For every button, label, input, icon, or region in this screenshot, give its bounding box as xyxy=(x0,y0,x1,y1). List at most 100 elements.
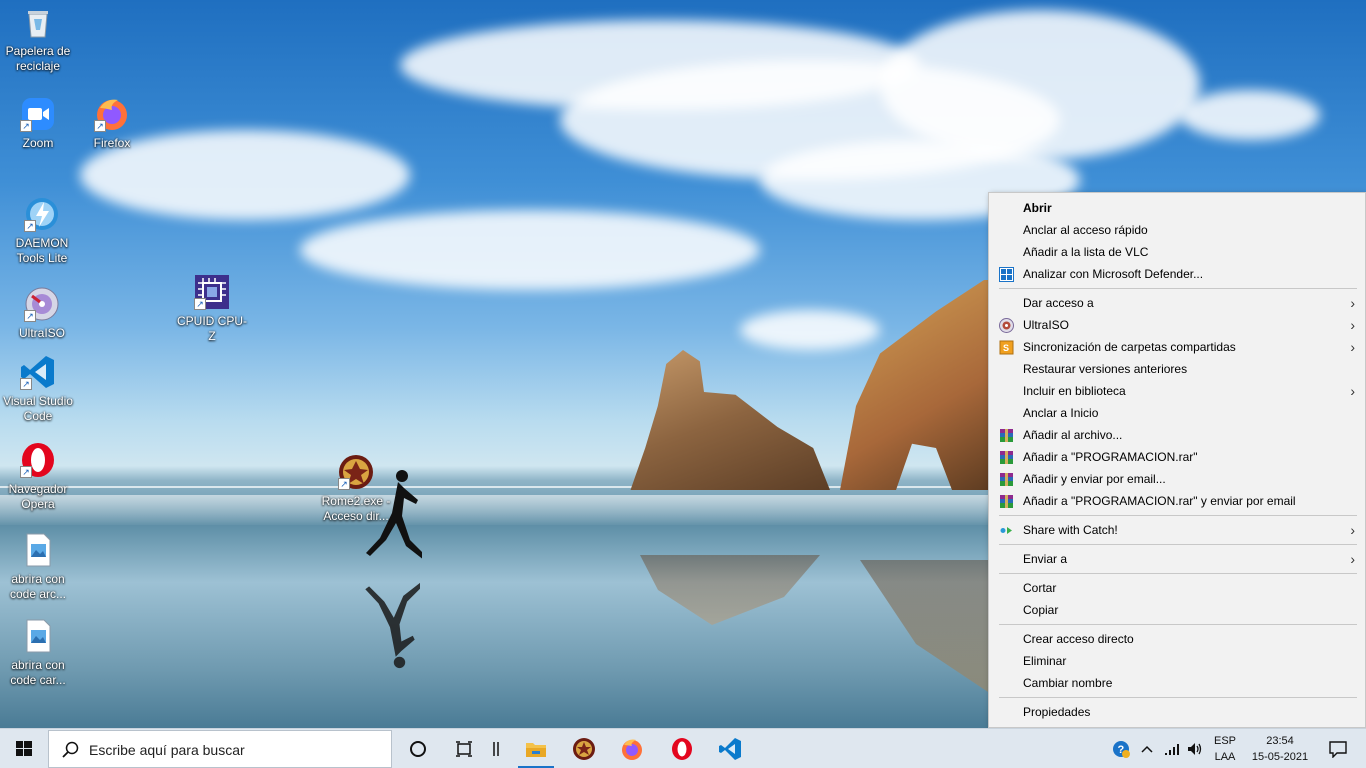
menu-item-ultraiso[interactable]: UltraISO › xyxy=(989,314,1365,336)
desktop-icon-label: Rome2.exe - Acceso dir... xyxy=(321,494,391,523)
menu-item-label: Añadir a "PROGRAMACION.rar" xyxy=(1023,450,1198,464)
wifi-icon xyxy=(1165,744,1179,755)
menu-item-label: Propiedades xyxy=(1023,705,1091,719)
shortcut-arrow-icon: ↗ xyxy=(20,466,32,478)
tray-volume[interactable] xyxy=(1184,729,1206,768)
clock-date: 15-05-2021 xyxy=(1251,751,1309,763)
runner-reflection xyxy=(365,582,420,669)
taskbar-firefox[interactable] xyxy=(610,729,654,768)
task-view-icon xyxy=(456,741,472,757)
menu-item-anadir-rar[interactable]: Añadir a "PROGRAMACION.rar" xyxy=(989,446,1365,468)
desktop-icon-firefox[interactable]: ↗ Firefox xyxy=(74,96,150,151)
shortcut-arrow-icon: ↗ xyxy=(194,298,206,310)
menu-item-enviar-a[interactable]: Enviar a › xyxy=(989,548,1365,570)
desktop-icon-cpu-z[interactable]: ↗ CPUID CPU-Z xyxy=(174,274,250,344)
menu-item-label: Share with Catch! xyxy=(1023,523,1118,537)
cortana-icon xyxy=(410,741,426,757)
desktop-icon-label: UltraISO xyxy=(18,326,65,340)
menu-item-propiedades[interactable]: Propiedades xyxy=(989,701,1365,723)
tray-show-hidden[interactable] xyxy=(1136,729,1158,768)
menu-item-anclar-acceso-rapido[interactable]: Anclar al acceso rápido xyxy=(989,219,1365,241)
shortcut-arrow-icon: ↗ xyxy=(94,120,106,132)
speaker-icon xyxy=(1188,743,1202,755)
menu-item-cortar[interactable]: Cortar xyxy=(989,577,1365,599)
winrar-icon xyxy=(1000,473,1013,486)
language-indicator[interactable]: ESP LAA xyxy=(1208,733,1242,765)
desktop-icon-recycle-bin[interactable]: Papelera de reciclaje xyxy=(0,4,76,74)
menu-item-anclar-inicio[interactable]: Anclar a Inicio xyxy=(989,402,1365,424)
taskbar-vscode[interactable] xyxy=(708,729,752,768)
menu-item-label: Anclar a Inicio xyxy=(1023,406,1099,420)
shortcut-arrow-icon: ↗ xyxy=(24,310,36,322)
zoom-icon: ↗ xyxy=(20,96,56,132)
desktop-icon-image-file-1[interactable]: abrira con code arc... xyxy=(0,532,76,602)
desktop-icon-label: DAEMON Tools Lite xyxy=(15,236,69,265)
desktop-icon-rome2[interactable]: ↗ Rome2.exe - Acceso dir... xyxy=(318,454,394,524)
shortcut-arrow-icon: ↗ xyxy=(20,378,32,390)
taskbar-file-explorer[interactable] xyxy=(514,729,558,768)
menu-item-share-catch[interactable]: Share with Catch! › xyxy=(989,519,1365,541)
taskbar: Escribe aquí para buscar ? ESP LAA 23:54 xyxy=(0,728,1366,768)
menu-item-abrir[interactable]: Abrir xyxy=(989,197,1365,219)
firefox-icon xyxy=(622,739,642,760)
tray-help[interactable]: ? xyxy=(1108,729,1134,768)
firefox-icon: ↗ xyxy=(94,96,130,132)
menu-item-crear-acceso-directo[interactable]: Crear acceso directo xyxy=(989,628,1365,650)
menu-item-eliminar[interactable]: Eliminar xyxy=(989,650,1365,672)
cortana-button[interactable] xyxy=(396,729,440,768)
help-shield-icon: ? xyxy=(1113,741,1130,758)
chevron-right-icon: › xyxy=(1350,295,1355,311)
menu-item-dar-acceso[interactable]: Dar acceso a › xyxy=(989,292,1365,314)
taskbar-opera[interactable] xyxy=(660,729,704,768)
desktop-icon-ultraiso[interactable]: ↗ UltraISO xyxy=(4,286,80,341)
menu-item-analizar-defender[interactable]: Analizar con Microsoft Defender... xyxy=(989,263,1365,285)
menu-item-label: Sincronización de carpetas compartidas xyxy=(1023,340,1236,354)
image-file-icon xyxy=(20,532,56,568)
rock-arch xyxy=(840,280,1000,490)
shortcut-arrow-icon: ↗ xyxy=(338,478,350,490)
menu-item-cambiar-nombre[interactable]: Cambiar nombre xyxy=(989,672,1365,694)
desktop-icon-zoom[interactable]: ↗ Zoom xyxy=(0,96,76,151)
start-button[interactable] xyxy=(0,729,48,768)
menu-separator xyxy=(999,288,1357,289)
defender-icon xyxy=(999,267,1014,282)
menu-item-label: Dar acceso a xyxy=(1023,296,1094,310)
menu-item-label: Enviar a xyxy=(1023,552,1068,566)
search-placeholder: Escribe aquí para buscar xyxy=(89,742,245,758)
rock xyxy=(630,350,830,490)
menu-item-label: Restaurar versiones anteriores xyxy=(1023,362,1188,376)
daemon-tools-icon: ↗ xyxy=(24,196,60,232)
menu-separator xyxy=(999,515,1357,516)
notification-icon xyxy=(1329,741,1347,758)
menu-item-copiar[interactable]: Copiar xyxy=(989,599,1365,621)
desktop-icon-daemon-tools[interactable]: ↗ DAEMON Tools Lite xyxy=(4,196,80,266)
desktop-icon-vscode[interactable]: ↗ Visual Studio Code xyxy=(0,354,76,424)
tray-network[interactable] xyxy=(1160,729,1184,768)
chevron-right-icon: › xyxy=(1350,339,1355,355)
shortcut-arrow-icon: ↗ xyxy=(24,220,36,232)
desktop-icon-opera[interactable]: ↗ Navegador Opera xyxy=(0,442,76,512)
desktop-icon-image-file-2[interactable]: abrira con code car... xyxy=(0,618,76,688)
menu-item-anadir-vlc[interactable]: Añadir a la lista de VLC xyxy=(989,241,1365,263)
menu-item-label: Añadir y enviar por email... xyxy=(1023,472,1166,486)
menu-item-incluir-biblioteca[interactable]: Incluir en biblioteca › xyxy=(989,380,1365,402)
menu-item-label: Cambiar nombre xyxy=(1023,676,1113,690)
search-box[interactable]: Escribe aquí para buscar xyxy=(48,730,392,768)
vscode-icon: ↗ xyxy=(20,354,56,390)
desktop-icon-label: Firefox xyxy=(93,136,131,150)
cpu-z-icon: ↗ xyxy=(194,274,230,310)
rome2-icon: ↗ xyxy=(338,454,374,490)
notification-center-button[interactable] xyxy=(1318,729,1358,768)
taskbar-rome2[interactable] xyxy=(562,729,606,768)
menu-item-restaurar-versiones[interactable]: Restaurar versiones anteriores xyxy=(989,358,1365,380)
menu-item-label: Anclar al acceso rápido xyxy=(1023,223,1148,237)
image-file-icon xyxy=(20,618,56,654)
clock[interactable]: 23:54 15-05-2021 xyxy=(1244,733,1316,765)
menu-item-sincronizacion[interactable]: S Sincronización de carpetas compartidas… xyxy=(989,336,1365,358)
menu-item-anadir-archivo[interactable]: Añadir al archivo... xyxy=(989,424,1365,446)
menu-item-anadir-enviar-email[interactable]: Añadir y enviar por email... xyxy=(989,468,1365,490)
ultraiso-icon xyxy=(999,318,1014,333)
share-catch-icon xyxy=(1000,527,1012,534)
menu-item-anadir-rar-email[interactable]: Añadir a "PROGRAMACION.rar" y enviar por… xyxy=(989,490,1365,512)
chevron-up-icon xyxy=(1141,745,1153,753)
